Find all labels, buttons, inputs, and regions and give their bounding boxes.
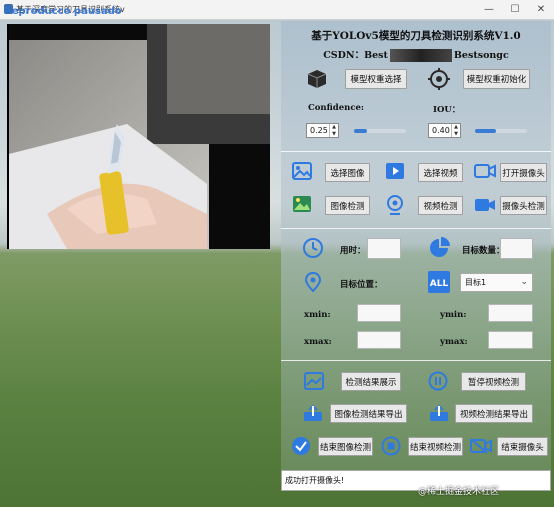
csdn-left: Best [364,50,388,61]
camera-video-display [7,24,270,249]
csdn-right: Bestsongc [453,50,509,61]
pie-chart-icon [430,237,450,257]
status-message: 成功打开摄像头! [285,476,345,485]
spin-arrows-icon[interactable]: ▲ ▼ [329,124,338,137]
close-button[interactable]: ✕ [528,0,554,19]
target-select-dropdown[interactable]: 目标1 ⌄ [460,273,533,292]
location-pin-icon [304,272,322,292]
xmin-label: xmin: [304,310,331,320]
ymax-field [488,331,533,349]
divider [281,360,551,361]
video-camera-icon [475,199,495,211]
end-camera-button[interactable]: 结束摄像头 [497,437,548,456]
confidence-label: Confidence: [308,103,365,113]
all-icon: ALL [428,271,450,293]
camera-off-icon [470,438,492,454]
redacted-block [389,49,452,62]
model-weight-init-button[interactable]: 模型权重初始化 [463,69,530,89]
status-bar: 成功打开摄像头! [281,470,551,491]
chevron-down-icon[interactable]: ⌄ [520,277,528,287]
time-field [367,238,401,259]
title-bar: 基于深度学习的刀具识别系统v Reproducco pausado — ☐ ✕ [0,0,554,20]
stop-circle-icon [381,436,401,456]
ymin-field [488,304,533,322]
iou-spinbox[interactable]: 0.40 ▲ ▼ [428,123,461,138]
target-count-label: 目标数量： [462,246,505,256]
iou-label: IOU： [433,105,461,115]
iou-slider[interactable] [475,129,527,133]
ymin-label: ymin: [440,310,467,320]
image-icon [292,162,312,180]
image-detect-button[interactable]: 图像检测 [325,196,370,215]
svg-text:ALL: ALL [430,279,449,289]
target-select-value: 目标1 [465,278,487,287]
export-video-result-button[interactable]: 视频检测结果导出 [455,404,533,423]
end-video-detect-button[interactable]: 结束视频检测 [408,437,463,456]
video-detect-button[interactable]: 视频检测 [418,196,463,215]
xmax-field [357,331,401,349]
result-display-icon [304,372,324,390]
csdn-label: CSDN： [323,50,365,61]
show-result-button[interactable]: 检测结果展示 [341,372,401,391]
divider [281,228,551,229]
site-watermark: @稀土掘金技术社区 [418,487,500,497]
divider [281,151,551,152]
select-video-button[interactable]: 选择视频 [418,163,463,182]
export-icon [430,404,448,421]
export-image-result-button[interactable]: 图像检测结果导出 [330,404,407,423]
webcam-icon [387,195,403,215]
csdn-line: CSDN：Best Bestsongc [281,47,551,62]
target-position-label: 目标位置： [340,280,383,290]
cube-icon [307,70,327,88]
clock-icon [303,238,323,258]
pause-video-detect-button[interactable]: 暂停视频检测 [461,372,526,391]
confidence-spinbox[interactable]: 0.25 ▲ ▼ [306,123,339,138]
target-count-field [500,238,533,259]
model-weight-select-button[interactable]: 模型权重选择 [345,69,407,89]
export-icon [304,404,322,421]
image-detect-icon [293,196,311,212]
confidence-value: 0.25 [310,126,328,135]
camera-icon [474,164,496,178]
target-icon [428,68,450,90]
xmax-label: xmax: [304,337,332,347]
recording-overlay-text: Reproducco pausado [4,6,122,17]
video-play-icon [386,163,404,179]
camera-detect-button[interactable]: 摄像头检测 [500,196,547,215]
iou-slider-fill [475,129,496,133]
system-title: 基于YOLOv5模型的刀具检测识别系统V1.0 [311,30,521,42]
confidence-slider-fill [354,129,367,133]
open-camera-button[interactable]: 打开摄像头 [500,163,547,182]
check-circle-icon [292,437,310,455]
xmin-field [357,304,401,322]
camera-frame-image [7,24,270,249]
confidence-slider[interactable] [354,129,406,133]
end-image-detect-button[interactable]: 结束图像检测 [318,437,373,456]
pause-icon [428,371,448,391]
ymax-label: ymax: [440,337,468,347]
time-label: 用时： [340,246,366,256]
minimize-button[interactable]: — [476,0,502,19]
spin-arrows-icon[interactable]: ▲ ▼ [451,124,460,137]
maximize-button[interactable]: ☐ [502,0,528,19]
iou-value: 0.40 [432,126,450,135]
select-image-button[interactable]: 选择图像 [325,163,370,182]
